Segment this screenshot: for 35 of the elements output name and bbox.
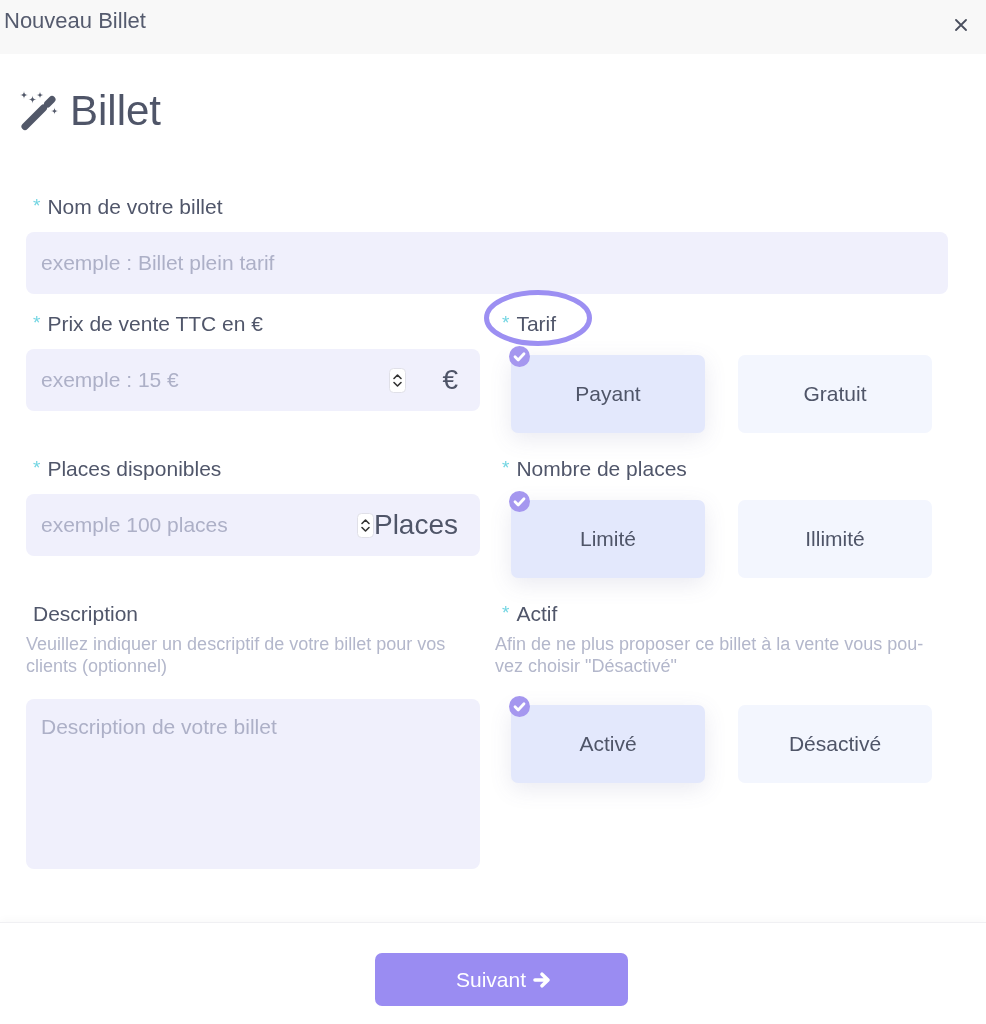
option-button[interactable]: Gratuit	[738, 355, 932, 433]
field-label: Places disponibles	[47, 457, 222, 481]
option-button[interactable]: Payant	[511, 355, 705, 433]
required-mark: *	[33, 458, 41, 477]
option-button[interactable]: Limité	[511, 500, 705, 578]
description-field[interactable]: Description de votre billet	[26, 699, 480, 869]
page-title: Billet	[70, 86, 162, 136]
required-mark: *	[502, 603, 510, 622]
dialog-title: Nouveau Billet	[4, 8, 146, 34]
text-field[interactable]: exemple : Billet plein tarif	[26, 232, 948, 294]
field-label: Tarif	[516, 312, 557, 336]
option-button[interactable]: Désactivé	[738, 705, 932, 783]
field-label: Nom de votre billet	[47, 195, 223, 219]
spinner-icon[interactable]	[356, 512, 374, 538]
field-label: Description	[33, 602, 139, 626]
field-label: Prix de vente TTC en €	[47, 312, 263, 336]
help-text: Afin de ne plus proposer ce billet à la vente vous pou-vez choisir "Désactivé"	[495, 633, 925, 677]
check-icon	[509, 696, 530, 717]
required-mark: *	[502, 458, 510, 477]
unit-label: Places	[373, 509, 458, 541]
field-label: Actif	[516, 602, 558, 626]
arrow-right-icon	[533, 970, 551, 989]
option-button[interactable]: Activé	[511, 705, 705, 783]
check-icon	[509, 346, 530, 367]
option-button[interactable]: Illimité	[738, 500, 932, 578]
field-label: Nombre de places	[516, 457, 687, 481]
close-icon[interactable]	[955, 19, 967, 31]
check-icon	[509, 491, 530, 512]
required-mark: *	[502, 313, 510, 332]
required-mark: *	[33, 196, 41, 215]
spinner-icon[interactable]	[389, 367, 406, 393]
required-mark: *	[33, 313, 41, 332]
magic-wand-icon	[20, 91, 58, 131]
unit-label: €	[441, 364, 458, 396]
help-text: Veuillez indiquer un descriptif de votre billet pour vos clients (optionnel)	[26, 633, 447, 677]
